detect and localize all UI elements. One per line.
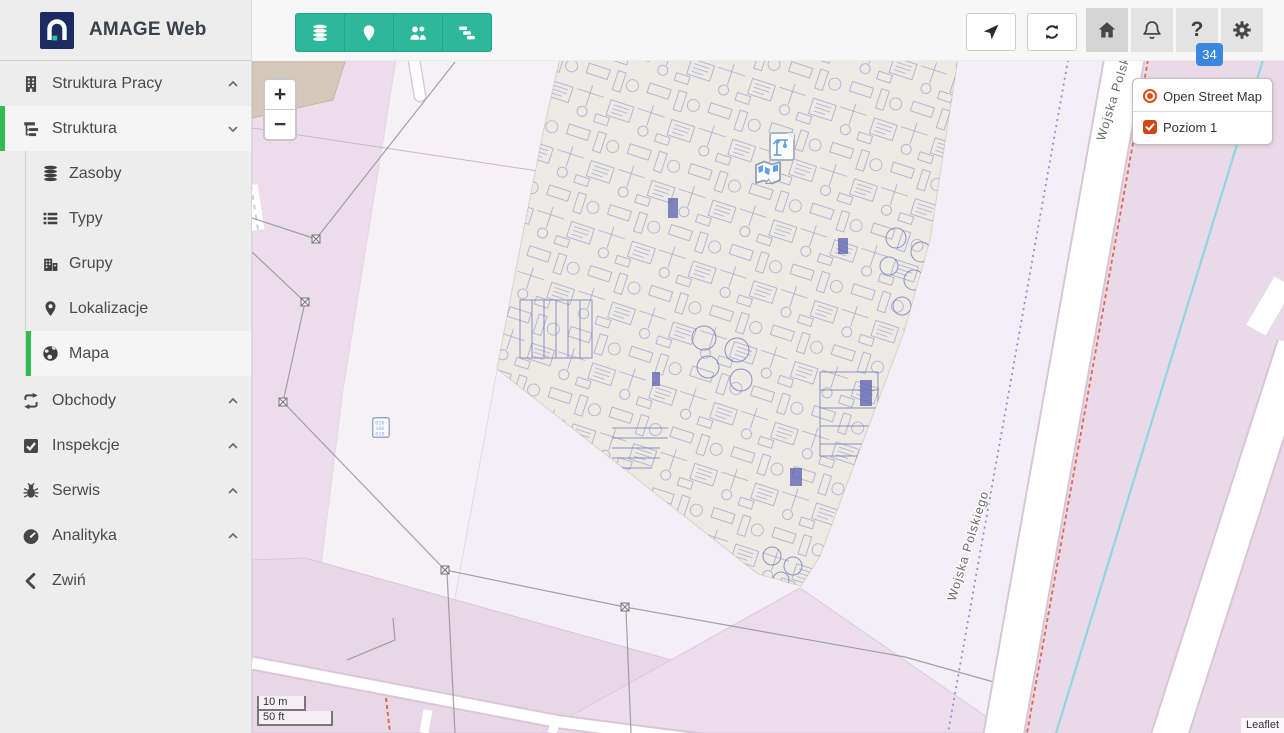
checkbox-checked-icon[interactable]: [1143, 120, 1157, 134]
locate-button[interactable]: [966, 13, 1016, 51]
refresh-button[interactable]: [1027, 13, 1077, 51]
refresh-icon: [1043, 23, 1061, 41]
chevron-down-icon: [227, 123, 239, 135]
sidebar-item-label: Struktura Pracy: [52, 75, 162, 93]
chevron-up-icon: [227, 78, 239, 90]
sidebar-item-label: Mapa: [69, 345, 109, 363]
map-canvas[interactable]: 010 100 010 Wojska Polskiego Wojska Pols…: [252, 60, 1284, 733]
sidebar-item-label: Serwis: [52, 482, 100, 500]
attribution-link[interactable]: Leaflet: [1246, 719, 1279, 731]
buildings-icon: [42, 255, 59, 272]
sidebar-item-analityka[interactable]: Analityka: [0, 513, 251, 558]
sidebar: AMAGE Web Struktura Pracy Struktura Zaso…: [0, 0, 252, 733]
sidebar-item-mapa[interactable]: Mapa: [26, 331, 251, 376]
sidebar-item-struktura-pracy[interactable]: Struktura Pracy: [0, 61, 251, 106]
chevron-left-icon: [22, 572, 40, 590]
marker-map[interactable]: [756, 162, 780, 184]
location-arrow-icon: [982, 23, 1000, 41]
overlay-layer-label: Poziom 1: [1163, 120, 1217, 135]
map-pin-icon: [360, 24, 378, 42]
sidebar-item-grupy[interactable]: Grupy: [0, 241, 251, 286]
sidebar-item-zasoby[interactable]: Zasoby: [0, 151, 251, 196]
database-icon: [311, 24, 329, 42]
sidebar-item-typy[interactable]: Typy: [0, 196, 251, 241]
show-hierarchy-button[interactable]: [442, 13, 492, 52]
map-toolbar-button-group: [295, 13, 492, 52]
users-icon: [409, 24, 427, 42]
settings-button[interactable]: [1221, 8, 1263, 52]
sidebar-header: AMAGE Web: [0, 0, 251, 61]
map-scale-control: 10 m 50 ft: [257, 696, 333, 726]
layers-separator: [1133, 111, 1272, 112]
zoom-in-button[interactable]: +: [265, 80, 295, 110]
tree-icon: [22, 120, 40, 138]
chevron-up-icon: [227, 485, 239, 497]
cascade-icon: [458, 24, 476, 42]
sidebar-item-struktura[interactable]: Struktura: [0, 106, 251, 151]
sync-icon: [22, 392, 40, 410]
database-icon: [42, 165, 59, 182]
map-attribution[interactable]: Leaflet: [1241, 718, 1284, 733]
show-users-button[interactable]: [393, 13, 443, 52]
sidebar-item-label: Struktura: [52, 120, 117, 138]
gauge-icon: [22, 527, 40, 545]
amage-logo-icon: [40, 12, 74, 49]
sidebar-item-obchody[interactable]: Obchody: [0, 378, 251, 423]
sidebar-item-label: Zwiń: [52, 572, 86, 590]
sidebar-item-label: Grupy: [69, 255, 113, 273]
home-icon: [1097, 20, 1117, 40]
chevron-up-icon: [227, 395, 239, 407]
base-layer-option[interactable]: Open Street Map: [1143, 86, 1262, 106]
bug-icon: [22, 482, 40, 500]
map-zoom-control: + −: [263, 78, 297, 141]
scale-imperial: 50 ft: [257, 711, 333, 726]
topbar: ? 34: [252, 0, 1284, 61]
building-icon: [22, 75, 40, 93]
sidebar-item-serwis[interactable]: Serwis: [0, 468, 251, 513]
list-icon: [42, 210, 59, 227]
gear-icon: [1232, 20, 1252, 40]
home-button[interactable]: [1086, 8, 1128, 52]
svg-text:010: 010: [375, 432, 384, 438]
map-pin-icon: [42, 300, 59, 317]
base-layer-label: Open Street Map: [1163, 89, 1262, 104]
struktura-submenu: Zasoby Typy Grupy Lokalizacje Mapa: [0, 151, 251, 376]
sidebar-item-label: Zasoby: [69, 165, 121, 183]
marker-construction-plan[interactable]: [770, 133, 794, 160]
bell-icon: [1142, 20, 1162, 40]
overlay-layer-option[interactable]: Poziom 1: [1143, 117, 1262, 137]
sidebar-item-label: Inspekcje: [52, 437, 120, 455]
sidebar-item-inspekcje[interactable]: Inspekcje: [0, 423, 251, 468]
marker-binary-document[interactable]: 010 100 010: [373, 418, 390, 438]
sidebar-item-zwin[interactable]: Zwiń: [0, 558, 251, 603]
show-locations-button[interactable]: [344, 13, 394, 52]
notifications-button[interactable]: [1131, 8, 1173, 52]
zoom-out-button[interactable]: −: [265, 110, 295, 139]
radio-selected-icon[interactable]: [1143, 89, 1157, 103]
chevron-up-icon: [227, 530, 239, 542]
chevron-up-icon: [227, 440, 239, 452]
sidebar-item-label: Lokalizacje: [69, 300, 148, 318]
check-square-icon: [22, 437, 40, 455]
sidebar-item-label: Analityka: [52, 527, 117, 545]
sidebar-item-lokalizacje[interactable]: Lokalizacje: [0, 286, 251, 331]
help-count-badge: 34: [1196, 43, 1223, 66]
map-tiles: 010 100 010 Wojska Polskiego Wojska Pols…: [252, 60, 1284, 733]
sidebar-item-label: Obchody: [52, 392, 116, 410]
road-stub: [414, 60, 420, 96]
question-icon: ?: [1191, 18, 1204, 42]
globe-icon: [42, 345, 59, 362]
app-title: AMAGE Web: [89, 19, 207, 41]
show-assets-button[interactable]: [295, 13, 345, 52]
map-layers-control: Open Street Map Poziom 1: [1132, 78, 1273, 145]
scale-metric: 10 m: [257, 696, 306, 711]
sidebar-item-label: Typy: [69, 210, 103, 228]
